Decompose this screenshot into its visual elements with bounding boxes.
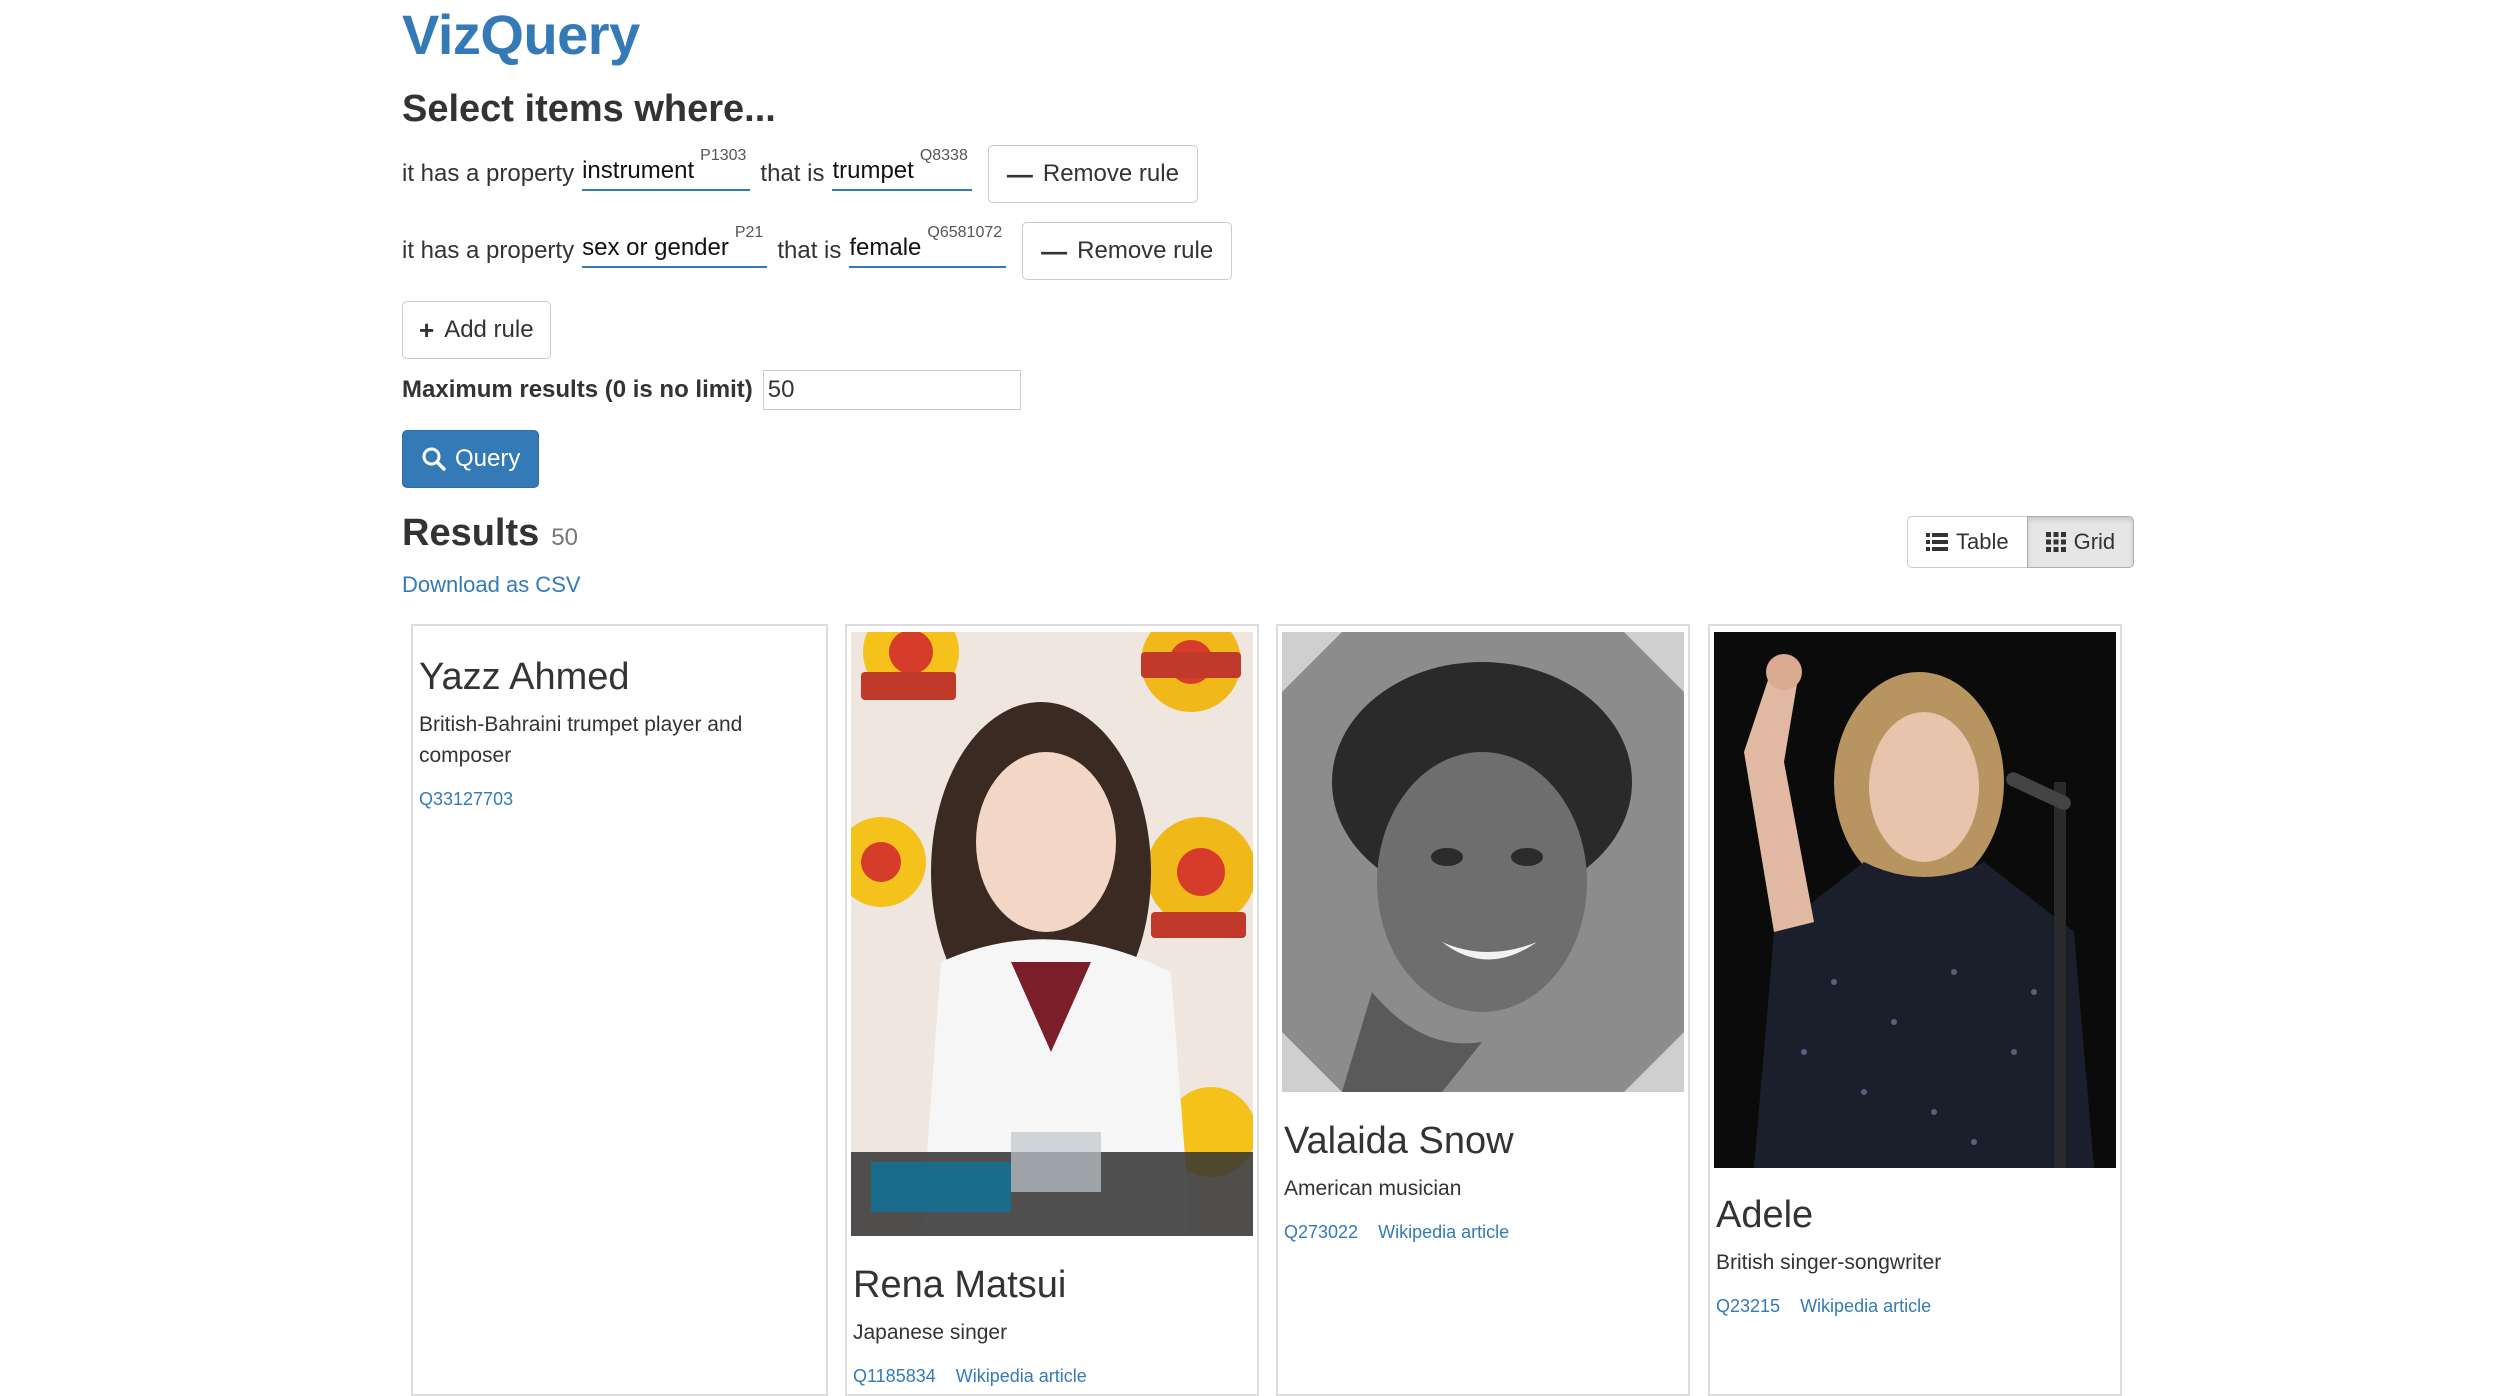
table-view-label: Table <box>1956 529 2009 554</box>
value-entity[interactable]: female Q6581072 <box>849 224 1007 268</box>
card-body: Valaida Snow American musician Q273022 W… <box>1284 1120 1682 1243</box>
view-toggle: Table Grid <box>1907 516 2135 568</box>
rule-prefix: it has a property <box>402 237 575 264</box>
list-icon <box>1926 533 1948 551</box>
qid-link[interactable]: Q273022 <box>1284 1222 1358 1243</box>
rule-middle: that is <box>777 237 842 264</box>
max-results-label: Maximum results (0 is no limit) <box>402 376 753 403</box>
qid-link[interactable]: Q23215 <box>1716 1296 1780 1317</box>
card-description: British-Bahraini trumpet player and comp… <box>419 713 743 767</box>
rule-prefix: it has a property <box>402 160 575 187</box>
property-entity[interactable]: instrument P1303 <box>582 147 751 191</box>
card-description: British singer-songwriter <box>1716 1251 1942 1274</box>
card-body: Yazz Ahmed British-Bahraini trumpet play… <box>419 656 820 810</box>
card-body: Rena Matsui Japanese singer Q1185834 Wik… <box>853 1264 1251 1387</box>
download-csv-link[interactable]: Download as CSV <box>402 572 581 598</box>
plus-icon: + <box>419 315 435 345</box>
wikipedia-link[interactable]: Wikipedia article <box>1800 1296 1931 1317</box>
grid-view-label: Grid <box>2073 529 2116 554</box>
property-label: instrument <box>582 157 695 184</box>
value-id: Q8338 <box>919 147 968 164</box>
person-photo[interactable] <box>851 632 1253 1236</box>
search-icon <box>422 447 446 471</box>
result-card: Adele British singer-songwriter Q23215 W… <box>1708 624 2122 1396</box>
wikipedia-link[interactable]: Wikipedia article <box>956 1366 1087 1387</box>
value-label: female <box>849 234 922 261</box>
person-photo[interactable] <box>1282 632 1684 1092</box>
add-rule-button[interactable]: + Add rule <box>402 301 551 359</box>
results-heading: Results 50 <box>402 512 578 555</box>
query-button-label: Query <box>455 445 521 472</box>
value-id: Q6581072 <box>927 224 1003 241</box>
wikipedia-link[interactable]: Wikipedia article <box>1378 1222 1509 1243</box>
value-label: trumpet <box>832 157 914 184</box>
card-description: Japanese singer <box>853 1321 1008 1344</box>
minus-icon: — <box>1006 159 1033 189</box>
remove-rule-label: Remove rule <box>1042 160 1179 187</box>
card-links: Q273022 Wikipedia article <box>1284 1222 1682 1243</box>
card-name: Valaida Snow <box>1284 1120 1514 1162</box>
rule-row: it has a property sex or gender P21 that… <box>402 220 1233 282</box>
query-heading: Select items where... <box>402 88 776 130</box>
card-links: Q1185834 Wikipedia article <box>853 1366 1251 1387</box>
table-view-button[interactable]: Table <box>1907 516 2028 568</box>
rule-row: it has a property instrument P1303 that … <box>402 143 1198 205</box>
person-photo[interactable] <box>1714 632 2116 1168</box>
card-links: Q23215 Wikipedia article <box>1716 1296 2114 1317</box>
results-count: 50 <box>551 524 578 551</box>
query-button[interactable]: Query <box>402 430 540 488</box>
remove-rule-button[interactable]: — Remove rule <box>1022 222 1233 280</box>
qid-link[interactable]: Q1185834 <box>853 1366 936 1387</box>
result-card: Valaida Snow American musician Q273022 W… <box>1276 624 1690 1396</box>
card-name: Rena Matsui <box>853 1264 1067 1306</box>
add-rule-label: Add rule <box>444 316 534 343</box>
remove-rule-button[interactable]: — Remove rule <box>987 145 1198 203</box>
property-entity[interactable]: sex or gender P21 <box>582 224 768 268</box>
property-label: sex or gender <box>582 234 729 261</box>
qid-link[interactable]: Q33127703 <box>419 789 513 810</box>
card-name: Yazz Ahmed <box>419 656 630 698</box>
results-title: Results <box>402 512 540 554</box>
remove-rule-label: Remove rule <box>1077 237 1214 264</box>
property-id: P21 <box>734 224 764 241</box>
app-title[interactable]: VizQuery <box>402 2 640 67</box>
result-card: Yazz Ahmed British-Bahraini trumpet play… <box>411 624 828 1396</box>
minus-icon: — <box>1041 236 1068 266</box>
max-results-row: Maximum results (0 is no limit) <box>402 370 1021 410</box>
card-links: Q33127703 <box>419 789 820 810</box>
grid-icon <box>2045 532 2066 552</box>
rule-middle: that is <box>760 160 825 187</box>
property-id: P1303 <box>700 147 747 164</box>
card-description: American musician <box>1284 1177 1462 1200</box>
card-body: Adele British singer-songwriter Q23215 W… <box>1716 1194 2114 1317</box>
value-entity[interactable]: trumpet Q8338 <box>832 147 972 191</box>
grid-view-button[interactable]: Grid <box>2026 516 2135 568</box>
card-name: Adele <box>1716 1194 1814 1236</box>
result-card: Rena Matsui Japanese singer Q1185834 Wik… <box>845 624 1259 1396</box>
max-results-input[interactable] <box>762 370 1021 410</box>
